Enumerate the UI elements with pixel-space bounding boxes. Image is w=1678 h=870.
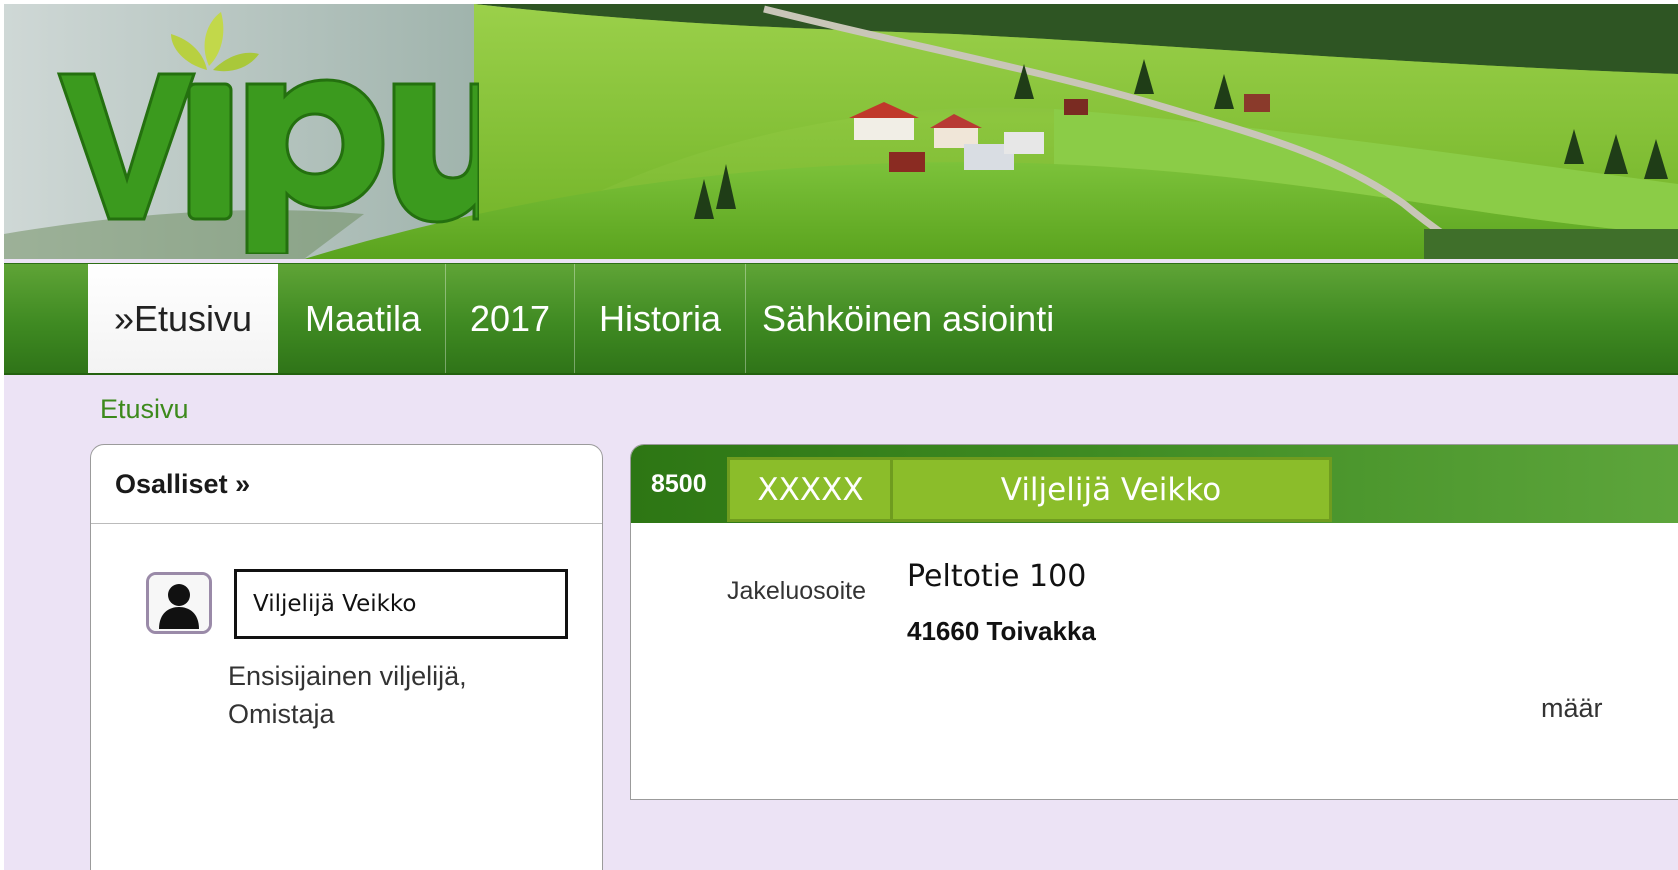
parties-panel-title[interactable]: Osalliset » xyxy=(91,445,602,524)
truncated-text: määr xyxy=(1541,693,1603,723)
postal-address: 41660 Toivakka xyxy=(907,616,1096,646)
header-banner xyxy=(4,4,1678,259)
person-name-box[interactable]: Viljelijä Veikko xyxy=(234,569,568,639)
farm-panel-header: 8500 XXXXX Viljelijä Veikko xyxy=(631,445,1678,523)
parties-panel: Osalliset » Viljelijä Veikko Ensisijaine… xyxy=(90,444,603,870)
tab-2017[interactable]: 2017 xyxy=(446,264,575,373)
vipu-logo[interactable] xyxy=(49,4,479,254)
person-avatar-icon xyxy=(146,572,212,634)
tab-historia[interactable]: Historia xyxy=(575,264,746,373)
tab-sahkoinen-asiointi[interactable]: Sähköinen asiointi xyxy=(746,264,1102,373)
address-label: Jakeluosoite xyxy=(727,577,866,605)
main-navigation: »Etusivu Maatila 2017 Historia Sähköinen… xyxy=(4,263,1678,375)
street-address: Peltotie 100 xyxy=(907,559,1087,594)
tab-etusivu[interactable]: »Etusivu xyxy=(88,264,278,373)
farm-id-prefix: 8500 xyxy=(651,470,707,498)
farmer-name-box: Viljelijä Veikko xyxy=(890,457,1332,522)
farm-id-masked: XXXXX xyxy=(727,457,894,522)
person-role: Ensisijainen viljelijä, Omistaja xyxy=(228,661,467,729)
tab-maatila[interactable]: Maatila xyxy=(281,264,446,373)
farm-info-panel: 8500 XXXXX Viljelijä Veikko Jakeluosoite… xyxy=(630,444,1678,800)
breadcrumb[interactable]: Etusivu xyxy=(100,394,189,425)
app-frame: »Etusivu Maatila 2017 Historia Sähköinen… xyxy=(4,4,1678,870)
